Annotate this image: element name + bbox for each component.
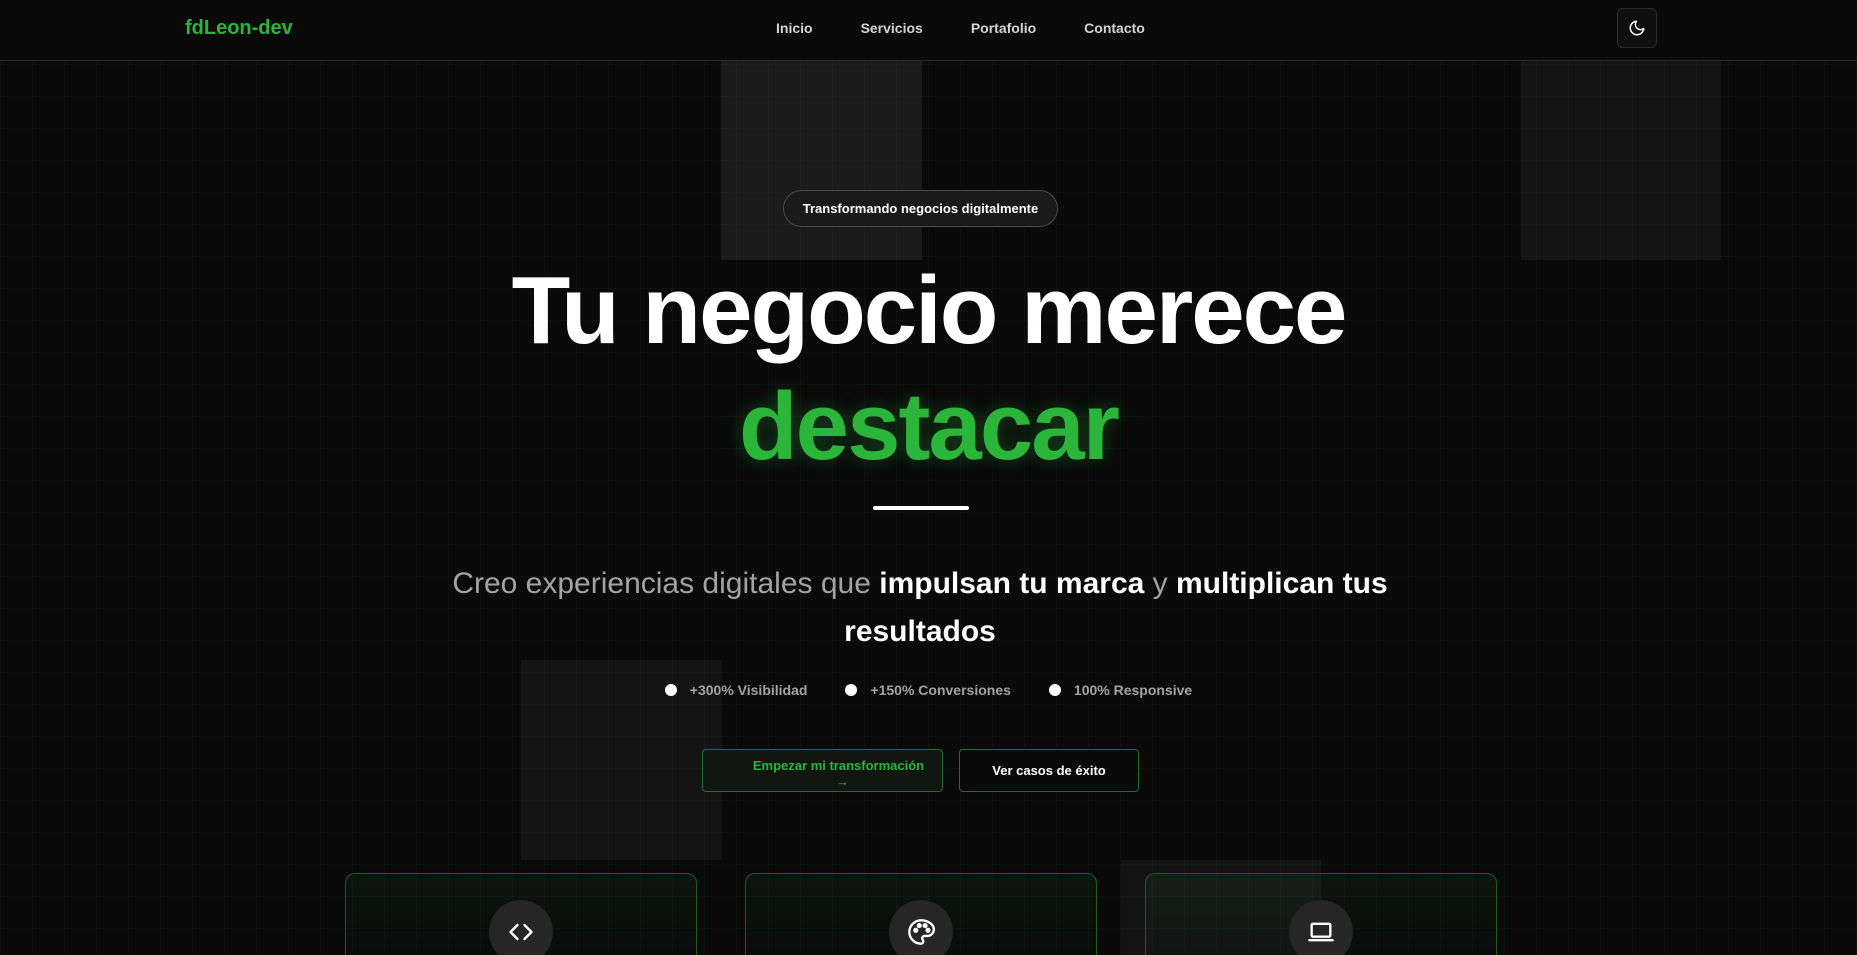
hero-subtitle: Creo experiencias digitales que impulsan… xyxy=(452,567,1388,648)
service-card-development[interactable] xyxy=(345,873,697,955)
code-icon xyxy=(509,923,533,941)
navbar: fdLeon-dev Inicio Servicios Portafolio C… xyxy=(0,0,1857,61)
brand-logo[interactable]: fdLeon-dev xyxy=(185,17,293,40)
service-icon-wrapper xyxy=(489,900,553,955)
hero-title: Tu negocio merece xyxy=(511,257,1348,364)
theme-toggle-button[interactable] xyxy=(1617,8,1657,48)
start-transformation-button[interactable]: Empezar mi transformación → xyxy=(702,749,943,792)
hero-title-highlight: destacar xyxy=(739,373,1120,480)
nav-link-servicios[interactable]: Servicios xyxy=(861,20,923,36)
service-icon-wrapper xyxy=(889,900,953,955)
decorative-square xyxy=(721,61,922,260)
bullet-dot xyxy=(664,684,677,696)
view-success-cases-button[interactable]: Ver casos de éxito xyxy=(959,749,1139,792)
subtitle-highlight: impulsan tu marca xyxy=(879,567,1145,600)
nav-link-portafolio[interactable]: Portafolio xyxy=(971,20,1036,36)
service-card-web[interactable] xyxy=(1145,873,1497,955)
stat-item: 100% Responsive xyxy=(1048,682,1192,698)
stat-item: +150% Conversiones xyxy=(845,682,1011,698)
hero-divider xyxy=(873,506,969,510)
nav-link-inicio[interactable]: Inicio xyxy=(776,20,813,36)
service-icon-wrapper xyxy=(1289,900,1353,955)
nav-links: Inicio Servicios Portafolio Contacto xyxy=(776,20,1193,36)
bullet-dot xyxy=(845,684,858,696)
nav-link-contacto[interactable]: Contacto xyxy=(1084,20,1145,36)
hero-stats: +300% Visibilidad +150% Conversiones 100… xyxy=(0,682,1857,698)
palette-icon xyxy=(908,919,935,945)
service-card-design[interactable] xyxy=(745,873,1097,955)
stat-item: +300% Visibilidad xyxy=(664,682,807,698)
decorative-square xyxy=(1521,61,1721,260)
arrow-right-icon: → xyxy=(836,773,849,789)
laptop-icon xyxy=(1308,922,1334,942)
hero-badge: Transformando negocios digitalmente xyxy=(783,190,1058,227)
bullet-dot xyxy=(1048,684,1061,696)
moon-icon xyxy=(1629,20,1645,36)
